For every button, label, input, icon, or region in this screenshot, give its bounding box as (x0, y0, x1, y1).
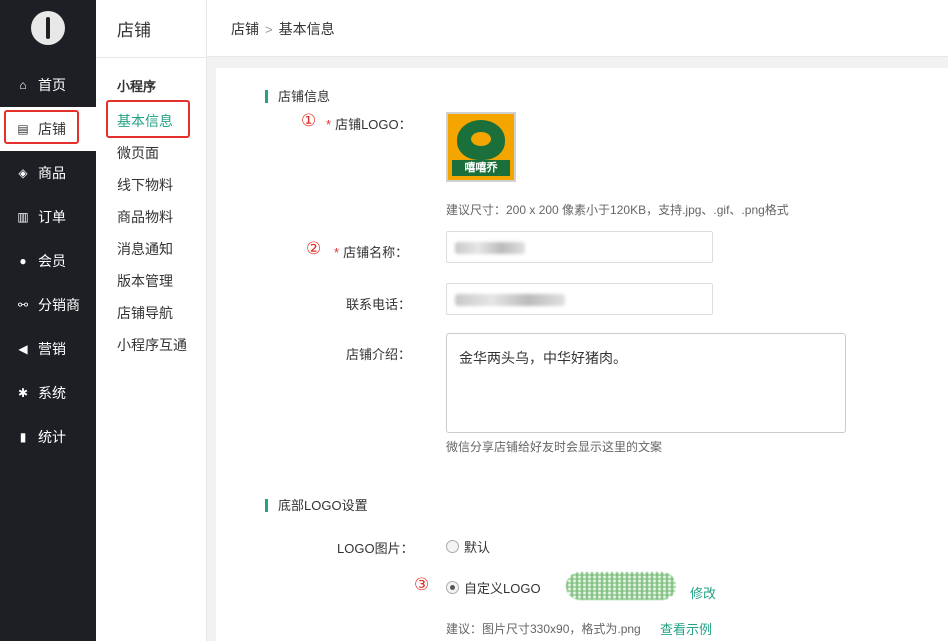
gear-icon: ✱ (17, 386, 29, 400)
nav-item-label: 店铺 (38, 121, 66, 137)
annotation-marker-1: ① (301, 111, 317, 130)
pig-head-shape (457, 120, 505, 160)
subnav-item-version[interactable]: 版本管理 (117, 271, 173, 291)
required-mark: * (334, 245, 340, 260)
footer-logo-label: LOGO图片： (337, 541, 414, 556)
app-logo[interactable] (31, 11, 65, 45)
store-icon: ▤ (17, 122, 29, 136)
nav-item-stats[interactable]: ▮ 统计 (0, 415, 96, 459)
nav-item-goods[interactable]: ◈ 商品 (0, 151, 96, 195)
home-icon: ⌂ (19, 78, 27, 92)
subnav-group-title: 小程序 (117, 79, 157, 94)
pig-logo-icon: 嘻嘻乔 (448, 114, 514, 180)
nav-item-home[interactable]: ⌂ 首页 (0, 63, 96, 107)
phone-input[interactable] (446, 283, 713, 315)
nav-item-members[interactable]: ● 会员 (0, 239, 96, 283)
chevron-right-icon: > (265, 21, 273, 37)
nav-item-store[interactable]: ▤ 店铺 (0, 107, 96, 151)
sub-nav: 店铺 小程序 基本信息 微页面 线下物料 商品物料 消息通知 版本管理 店铺导航… (96, 0, 207, 641)
nav-item-label: 系统 (38, 385, 66, 401)
annotation-marker-3: ③ (414, 575, 430, 594)
subnav-item-offline-material[interactable]: 线下物料 (117, 175, 173, 195)
basket-icon: ▥ (17, 210, 29, 224)
subnav-item-store-nav[interactable]: 店铺导航 (117, 303, 173, 323)
divider (96, 57, 207, 58)
intro-label: 店铺介绍： (346, 347, 412, 362)
subnav-item-notifications[interactable]: 消息通知 (117, 239, 173, 259)
nav-item-label: 会员 (38, 253, 66, 269)
modify-logo-link[interactable]: 修改 (690, 583, 716, 602)
member-icon: ● (19, 254, 27, 268)
logo-label-text: 店铺LOGO： (335, 117, 412, 132)
sitemap-icon: ⚯ (17, 298, 29, 312)
store-logo-image[interactable]: 嘻嘻乔 (446, 112, 516, 182)
nav-item-system[interactable]: ✱ 系统 (0, 371, 96, 415)
nav-item-label: 订单 (38, 209, 66, 225)
nav-item-label: 首页 (38, 77, 66, 93)
annotation-marker-2: ② (306, 239, 322, 258)
subnav-item-goods-material[interactable]: 商品物料 (117, 207, 173, 227)
intro-hint: 微信分享店铺给好友时会显示这里的文案 (446, 440, 663, 454)
name-label-text: 店铺名称： (343, 245, 409, 260)
redacted-value (455, 242, 525, 254)
breadcrumb-root[interactable]: 店铺 (231, 19, 259, 39)
footer-logo-hint: 建议：图片尺寸330x90，格式为.png (446, 622, 641, 636)
subnav-title: 店铺 (117, 21, 151, 40)
logo-size-hint: 建议尺寸：200 x 200 像素小于120KB，支持.jpg、.gif、.pn… (446, 203, 789, 217)
radio-custom-logo[interactable]: 自定义LOGO (446, 578, 541, 597)
nav-item-label: 统计 (38, 429, 66, 445)
top-bar: 店铺 > 基本信息 (207, 0, 948, 57)
nav-item-label: 分销商 (38, 297, 80, 313)
store-name-input[interactable] (446, 231, 713, 263)
main-nav: ⌂ 首页 ▤ 店铺 ◈ 商品 ▥ 订单 ● 会员 ⚯ 分销商 ◀ 营销 ✱ 系统 ▮ 统计 (0, 0, 96, 641)
nav-item-orders[interactable]: ▥ 订单 (0, 195, 96, 239)
nav-item-distributors[interactable]: ⚯ 分销商 (0, 283, 96, 327)
radio-circle (446, 540, 459, 553)
phone-label: 联系电话： (346, 297, 412, 312)
radio-label: 默认 (464, 540, 491, 555)
radio-circle-checked (446, 581, 459, 594)
nav-item-label: 营销 (38, 341, 66, 357)
box-icon: ◈ (18, 166, 28, 180)
radio-default-logo[interactable]: 默认 (446, 537, 490, 556)
radio-label: 自定义LOGO (464, 581, 541, 596)
section-title-store-info: 店铺信息 (265, 90, 330, 103)
name-label: * 店铺名称： (334, 242, 408, 261)
subnav-item-interlink[interactable]: 小程序互通 (117, 335, 187, 355)
megaphone-icon: ◀ (18, 342, 28, 356)
subnav-item-micro-page[interactable]: 微页面 (117, 143, 159, 163)
store-intro-textarea[interactable]: 金华两头乌，中华好猪肉。 (446, 333, 846, 433)
required-mark: * (326, 117, 332, 132)
view-example-link[interactable]: 查看示例 (660, 619, 712, 638)
nav-item-marketing[interactable]: ◀ 营销 (0, 327, 96, 371)
bar-chart-icon: ▮ (19, 430, 27, 444)
redacted-value (455, 294, 565, 306)
subnav-item-basic-info[interactable]: 基本信息 (117, 111, 173, 131)
logo-wordmark: 嘻嘻乔 (452, 160, 510, 176)
breadcrumb: 店铺 > 基本信息 (231, 19, 335, 39)
section-title-footer-logo: 底部LOGO设置 (265, 499, 368, 512)
custom-footer-logo-image (566, 572, 676, 600)
nav-item-label: 商品 (38, 165, 66, 181)
logo-label: * 店铺LOGO： (326, 114, 412, 133)
breadcrumb-current: 基本信息 (278, 21, 335, 37)
